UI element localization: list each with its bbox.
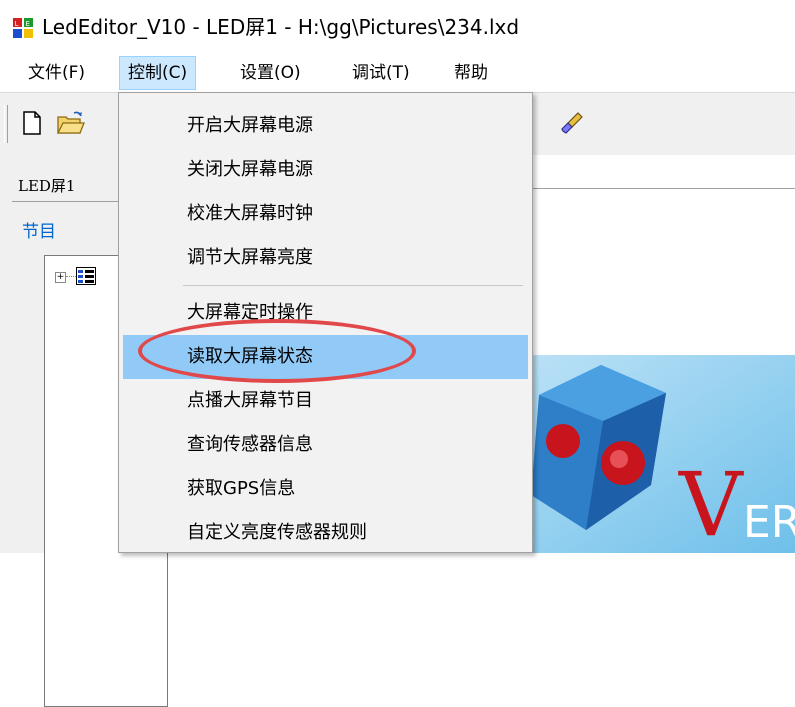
menu-file[interactable]: 文件(F) (20, 56, 93, 90)
menu-item-get-gps[interactable]: 获取GPS信息 (123, 467, 528, 511)
title-bar: L E LedEditor_V10 - LED屏1 - H:\gg\Pictur… (0, 0, 795, 48)
menu-help[interactable]: 帮助 (446, 56, 496, 90)
menu-control[interactable]: 控制(C) (119, 56, 197, 90)
logo-letters-er: ER (743, 497, 795, 548)
toolbar-grip[interactable] (4, 105, 8, 143)
menu-item-query-sensor[interactable]: 查询传感器信息 (123, 423, 528, 467)
menu-settings[interactable]: 设置(O) (232, 56, 309, 90)
annotation-ellipse (138, 319, 416, 383)
app-icon: L E (12, 17, 34, 39)
menu-item-custom-brightness-rule[interactable]: 自定义亮度传感器规则 (123, 511, 528, 555)
menu-item-play-program[interactable]: 点播大屏幕节目 (123, 379, 528, 423)
svg-text:E: E (26, 20, 30, 28)
window-title: LedEditor_V10 - LED屏1 - H:\gg\Pictures\2… (42, 15, 520, 39)
tab-led-screen[interactable]: LED屏1 (18, 175, 75, 196)
menu-item-calibrate-clock[interactable]: 校准大屏幕时钟 (123, 192, 528, 236)
brand-logo: V ER (491, 355, 795, 553)
menu-item-adjust-brightness[interactable]: 调节大屏幕亮度 (123, 236, 528, 280)
menu-debug[interactable]: 调试(T) (344, 56, 418, 90)
menu-bar: 文件(F) 控制(C) 设置(O) 调试(T) 帮助 (0, 56, 795, 90)
tree-node-icon[interactable] (76, 267, 96, 285)
menu-item-power-off[interactable]: 关闭大屏幕电源 (123, 148, 528, 192)
menu-item-power-on[interactable]: 开启大屏幕电源 (123, 104, 528, 148)
programs-label: 节目 (22, 222, 56, 242)
open-folder-icon[interactable] (54, 107, 86, 139)
svg-text:L: L (15, 20, 19, 28)
menu-separator (183, 285, 523, 286)
brush-icon[interactable] (556, 107, 588, 139)
tree-connector (66, 276, 76, 277)
tree-expander[interactable]: + (55, 272, 66, 283)
new-file-icon[interactable] (16, 107, 48, 139)
logo-letter-v: V (678, 453, 744, 553)
